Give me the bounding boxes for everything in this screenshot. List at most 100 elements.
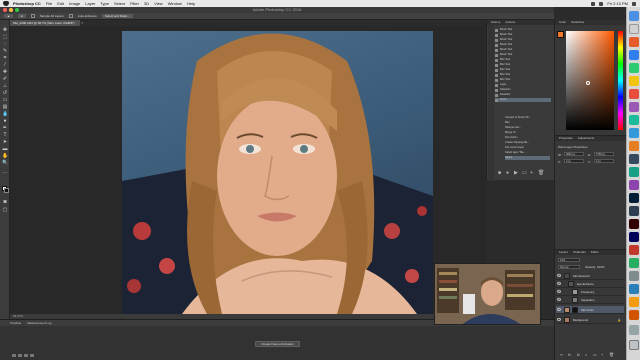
- path-select-tool-icon[interactable]: ➤: [2, 140, 8, 145]
- quick-select-tool-icon[interactable]: ✎: [2, 49, 8, 54]
- menu-select[interactable]: Select: [114, 1, 125, 6]
- menu-filter[interactable]: Filter: [130, 1, 139, 6]
- tab-channels[interactable]: Channels: [573, 250, 586, 255]
- app-icon[interactable]: [629, 310, 639, 320]
- lock-icon[interactable]: 🔒: [618, 316, 621, 324]
- eye-icon[interactable]: [557, 274, 561, 277]
- add-mask-icon[interactable]: ◘: [577, 352, 579, 357]
- action-item[interactable]: Create Clipping Ma...: [505, 141, 550, 145]
- menu-file[interactable]: File: [46, 1, 52, 6]
- trash-icon[interactable]: [629, 340, 639, 350]
- history-item[interactable]: Selection: [495, 88, 551, 92]
- history-item[interactable]: Blur Tool: [495, 73, 551, 77]
- history-item[interactable]: Brush Tool: [495, 38, 551, 42]
- eraser-tool-icon[interactable]: ▭: [2, 98, 8, 103]
- prev-frame-icon[interactable]: [18, 354, 22, 357]
- app-icon[interactable]: [629, 271, 639, 281]
- move-tool-icon[interactable]: ✥: [2, 28, 8, 33]
- tab-adjustments[interactable]: Adjustments: [578, 136, 595, 141]
- lightroom-icon[interactable]: [629, 206, 639, 216]
- tab-properties[interactable]: Properties: [559, 136, 573, 141]
- app-icon[interactable]: [629, 297, 639, 307]
- new-action-icon[interactable]: +: [530, 170, 533, 176]
- history-item[interactable]: Brush Tool: [495, 28, 551, 32]
- color-picker-cursor[interactable]: [586, 81, 590, 85]
- history-item[interactable]: Blur Tool: [495, 68, 551, 72]
- x-field[interactable]: 0 px: [564, 159, 584, 163]
- action-item[interactable]: Blur: [505, 121, 550, 125]
- tab-actions[interactable]: Actions: [505, 20, 515, 25]
- illustrator-icon[interactable]: [629, 219, 639, 229]
- menu-layer[interactable]: Layer: [85, 1, 95, 6]
- action-item[interactable]: Run Action: [505, 136, 550, 140]
- app-icon[interactable]: [629, 284, 639, 294]
- tab-color[interactable]: Color: [559, 20, 566, 25]
- quick-mask-icon[interactable]: ◙: [2, 200, 8, 205]
- action-item[interactable]: Sharpen Mo...: [505, 126, 550, 130]
- tab-timeline[interactable]: Timeline: [10, 320, 21, 326]
- menu-type[interactable]: Type: [100, 1, 109, 6]
- app-icon[interactable]: [629, 154, 639, 164]
- layer-row[interactable]: Frequency: [556, 288, 624, 296]
- width-field[interactable]: 3840 px: [564, 152, 584, 156]
- next-frame-icon[interactable]: [30, 354, 34, 357]
- screen-mode-icon[interactable]: ▢: [2, 208, 8, 213]
- history-item[interactable]: Brush Tool: [495, 43, 551, 47]
- new-set-icon[interactable]: ▭: [522, 170, 527, 176]
- messages-icon[interactable]: [629, 63, 639, 73]
- layer-style-icon[interactable]: fx: [568, 352, 571, 357]
- facetime-icon[interactable]: [629, 115, 639, 125]
- healing-brush-tool-icon[interactable]: ✚: [2, 70, 8, 75]
- calendar-icon[interactable]: [629, 89, 639, 99]
- select-and-mask-button[interactable]: Select and Mask...: [101, 14, 133, 18]
- tool-preset-picker[interactable]: ▲: [4, 14, 13, 18]
- brush-tool-icon[interactable]: ✐: [2, 77, 8, 82]
- background-color-swatch[interactable]: [4, 188, 9, 193]
- eye-icon[interactable]: [557, 290, 561, 293]
- layer-row[interactable]: Separation: [556, 296, 624, 304]
- safari-icon[interactable]: [629, 50, 639, 60]
- menu-window[interactable]: Window: [168, 1, 182, 6]
- zoom-window-button[interactable]: [15, 8, 19, 12]
- delete-action-icon[interactable]: 🗑: [538, 170, 544, 176]
- history-item[interactable]: Blur Tool: [495, 58, 551, 62]
- mail-icon[interactable]: [629, 128, 639, 138]
- gradient-tool-icon[interactable]: ▤: [2, 105, 8, 110]
- height-field[interactable]: 5760 px: [594, 152, 614, 156]
- type-tool-icon[interactable]: T: [2, 133, 8, 138]
- history-item[interactable]: Brush Tool: [495, 33, 551, 37]
- pen-tool-icon[interactable]: ✒: [2, 126, 8, 131]
- apple-icon[interactable]: [3, 1, 9, 6]
- wifi-icon[interactable]: [591, 1, 596, 6]
- layer-filter-kind[interactable]: Kind: [558, 258, 580, 262]
- layer-row[interactable]: Background 🔒: [556, 316, 624, 324]
- new-group-icon[interactable]: ▭: [593, 352, 597, 357]
- history-item[interactable]: Deselect: [495, 93, 551, 97]
- premiere-icon[interactable]: [629, 232, 639, 242]
- eye-icon[interactable]: [557, 298, 561, 301]
- app-name-menu[interactable]: Photoshop CC: [13, 1, 41, 6]
- more-tools-icon[interactable]: …: [2, 170, 8, 175]
- eye-icon[interactable]: [557, 282, 561, 285]
- launchpad-icon[interactable]: [629, 24, 639, 34]
- lasso-tool-icon[interactable]: ◌: [2, 42, 8, 47]
- menubar-clock[interactable]: Fri 2:13 PM: [607, 1, 628, 6]
- clone-stamp-tool-icon[interactable]: ⊥: [2, 84, 8, 89]
- close-window-button[interactable]: [3, 8, 7, 12]
- fg-color-chip[interactable]: [557, 31, 564, 38]
- first-frame-icon[interactable]: [12, 354, 16, 357]
- tab-measurement-log[interactable]: Measurement Log: [27, 320, 51, 326]
- create-frame-animation-button[interactable]: Create Frame Animation: [255, 341, 300, 347]
- stop-action-icon[interactable]: ■: [498, 170, 501, 176]
- brush-size-picker[interactable]: ●: [17, 14, 26, 18]
- shape-tool-icon[interactable]: ▬: [2, 147, 8, 152]
- blur-tool-icon[interactable]: 💧: [2, 112, 8, 117]
- crop-tool-icon[interactable]: ⌗: [2, 56, 8, 61]
- layer-row-selected[interactable]: Skin Color: [556, 306, 624, 314]
- marquee-tool-icon[interactable]: ⬚: [2, 35, 8, 40]
- new-layer-icon[interactable]: +: [601, 352, 603, 357]
- dodge-tool-icon[interactable]: ●: [2, 119, 8, 124]
- portrait-photo[interactable]: [122, 31, 433, 314]
- blend-mode-select[interactable]: Normal: [558, 265, 580, 269]
- y-field[interactable]: 0 px: [594, 159, 614, 163]
